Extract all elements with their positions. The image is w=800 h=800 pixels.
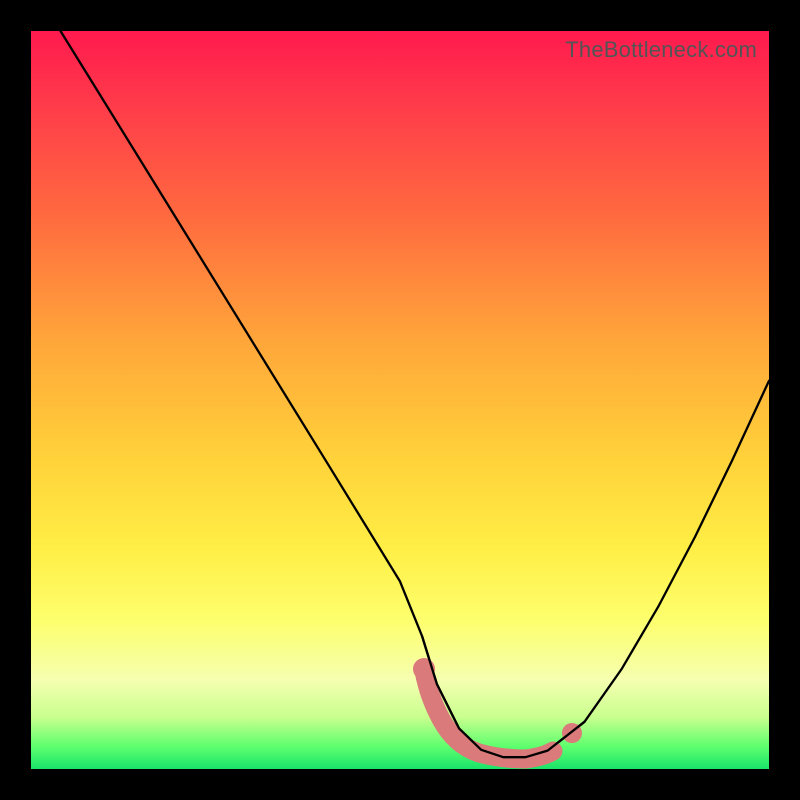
curve-layer (31, 31, 769, 769)
chart-frame: TheBottleneck.com (0, 0, 800, 800)
plot-area: TheBottleneck.com (31, 31, 769, 769)
bottleneck-curve (61, 31, 770, 757)
